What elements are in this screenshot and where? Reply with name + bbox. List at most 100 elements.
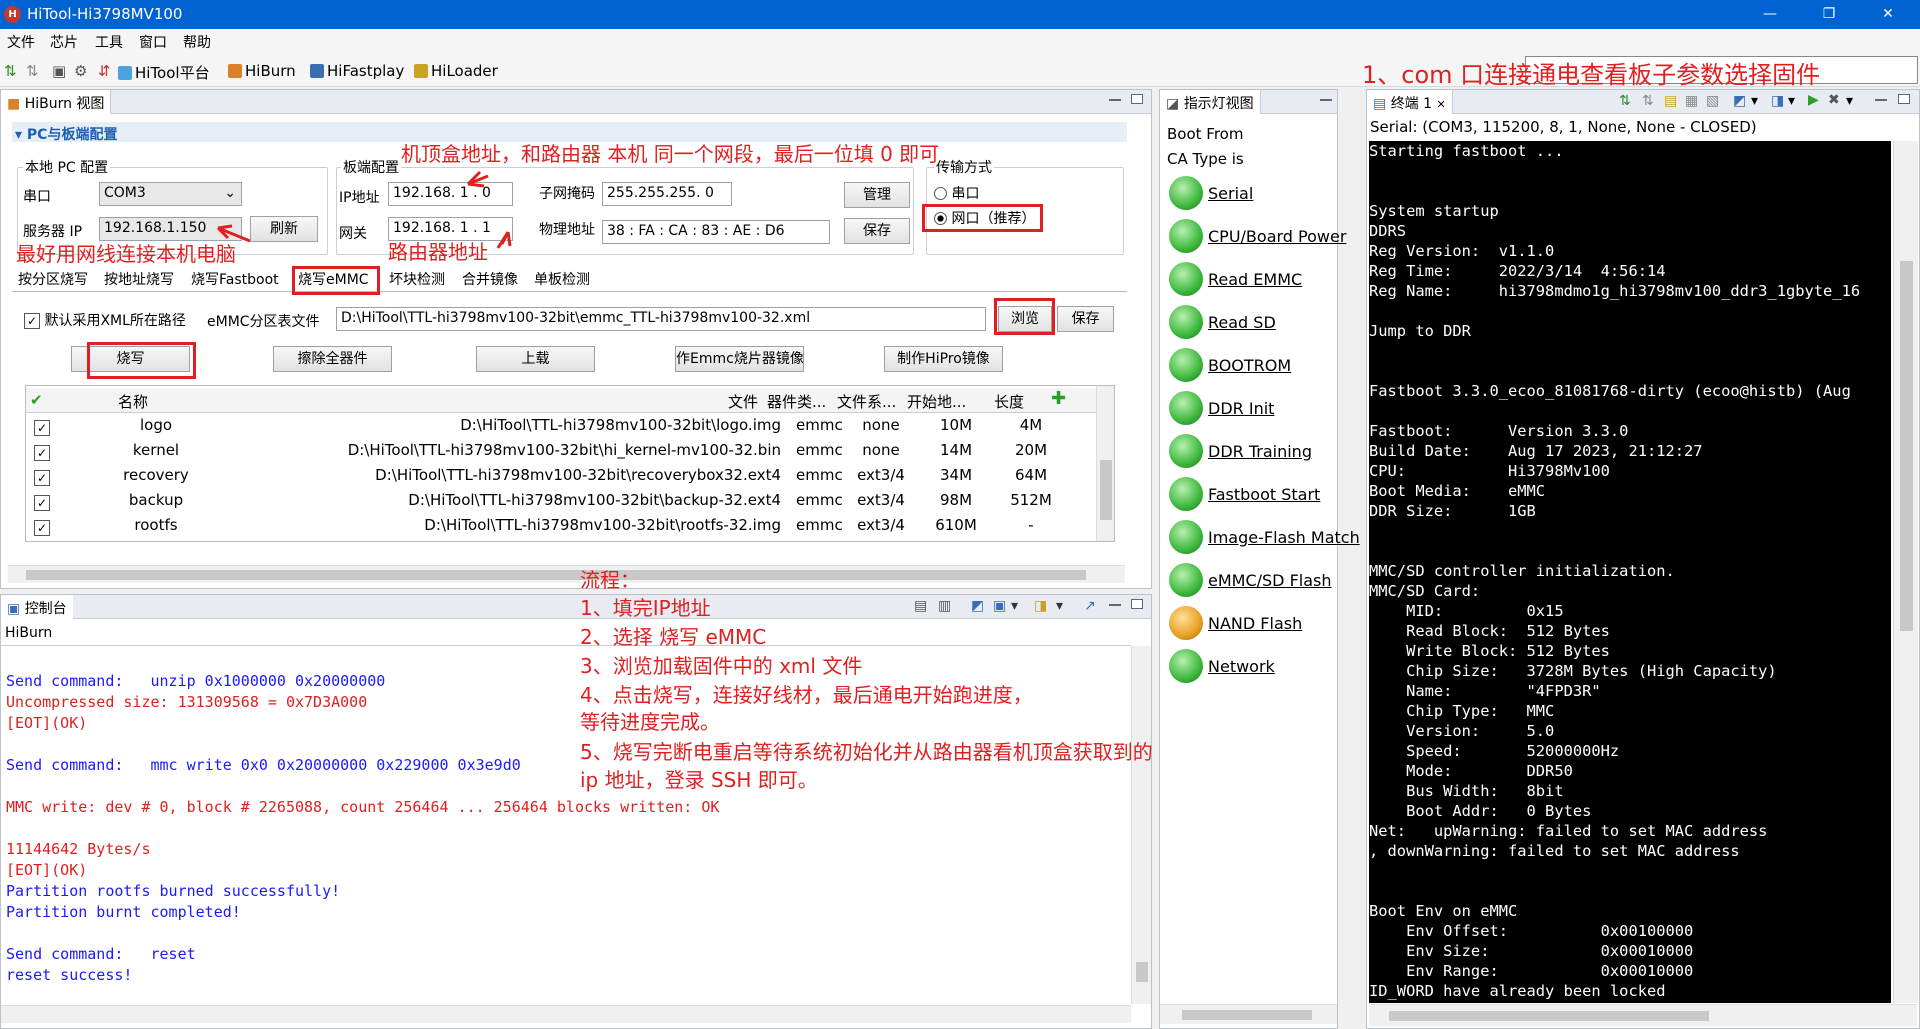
toolbar-hiburn[interactable]: HiBurn bbox=[228, 62, 296, 80]
chevron-down-icon[interactable]: ▾ bbox=[1751, 93, 1758, 109]
indicator-tab[interactable]: ◪ 指示灯视图 bbox=[1160, 90, 1261, 114]
minimize-view-icon[interactable] bbox=[1109, 604, 1121, 606]
indicator-hscrollbar[interactable] bbox=[1160, 1004, 1337, 1024]
console-scrollbar[interactable] bbox=[1131, 646, 1151, 1004]
indicator-label[interactable]: Serial bbox=[1208, 184, 1253, 203]
maximize-view-icon[interactable] bbox=[1131, 599, 1143, 609]
table-row[interactable]: ✓ kernel D:\HiTool\TTL-hi3798mv100-32bit\h… bbox=[26, 438, 1096, 463]
toolbar-hifastplay[interactable]: HiFastplay bbox=[310, 62, 404, 80]
console-hscrollbar[interactable] bbox=[1, 1005, 1131, 1023]
close-tab-icon[interactable]: ✕ bbox=[1437, 98, 1446, 111]
indicator-hscroll-thumb[interactable] bbox=[1182, 1010, 1312, 1020]
menu-chip[interactable]: 芯片 bbox=[50, 32, 78, 52]
indicator-label[interactable]: Fastboot Start bbox=[1208, 485, 1320, 504]
xml-checkbox[interactable]: ✓ 默认采用XML所在路径 bbox=[24, 310, 186, 330]
checkbox-checked-icon[interactable]: ✓ bbox=[34, 420, 50, 436]
indicator-label[interactable]: eMMC/SD Flash bbox=[1208, 571, 1332, 590]
tab-partition-burn[interactable]: 按分区烧写 bbox=[18, 266, 88, 290]
chevron-down-icon[interactable]: ▾ bbox=[1788, 93, 1795, 109]
refresh-button[interactable]: 刷新 bbox=[250, 216, 318, 242]
make-emmc-image-button[interactable]: 作Emmc烧片器镜像 bbox=[675, 346, 804, 372]
checkbox-checked-icon[interactable]: ✓ bbox=[34, 520, 50, 536]
minimize-view-icon[interactable] bbox=[1320, 99, 1332, 101]
display-console-icon[interactable]: ▣ bbox=[993, 598, 1006, 614]
emmc-file-input[interactable]: D:\HiTool\TTL-hi3798mv100-32bit\emmc_TTL… bbox=[336, 307, 986, 331]
menu-window[interactable]: 窗口 bbox=[139, 32, 167, 52]
chevron-down-icon[interactable]: ▾ bbox=[1011, 598, 1018, 614]
upload-button[interactable]: 上载 bbox=[476, 346, 595, 372]
config-icon[interactable]: ▣ bbox=[52, 62, 66, 80]
menu-file[interactable]: 文件 bbox=[7, 32, 35, 52]
hiburn-hscrollbar[interactable] bbox=[8, 565, 1125, 583]
indicator-label[interactable]: Read EMMC bbox=[1208, 270, 1302, 289]
checkbox-checked-icon[interactable]: ✓ bbox=[34, 495, 50, 511]
tab-badblock[interactable]: 坏块检测 bbox=[389, 266, 445, 290]
terminal-hscroll-thumb[interactable] bbox=[1389, 1011, 1709, 1021]
terminal-tab[interactable]: ▤ 终端 1 ✕ bbox=[1367, 90, 1453, 114]
table-row[interactable]: ✓ recovery D:\HiTool\TTL-hi3798mv100-32bit… bbox=[26, 463, 1096, 488]
make-hipro-image-button[interactable]: 制作HiPro镜像 bbox=[884, 346, 1003, 372]
play-icon[interactable]: ▶ bbox=[1808, 92, 1819, 108]
indicator-label[interactable]: BOOTROM bbox=[1208, 356, 1291, 375]
disconnect-icon[interactable]: ⇅ bbox=[26, 62, 39, 80]
toolbar-hitool[interactable]: HiTool平台 bbox=[118, 62, 210, 83]
clear-icon[interactable]: ▦ bbox=[1685, 93, 1698, 109]
connect-icon[interactable]: ⇅ bbox=[1619, 93, 1631, 109]
col-type[interactable]: 器件类... bbox=[767, 391, 826, 412]
export-icon[interactable]: ↗ bbox=[1084, 598, 1096, 614]
terminal-hscrollbar[interactable] bbox=[1369, 1004, 1917, 1026]
lock-console-icon[interactable]: ▥ bbox=[938, 598, 951, 614]
connect-icon[interactable]: ⇅ bbox=[4, 62, 17, 80]
disconnect-icon[interactable]: ⇅ bbox=[1642, 93, 1654, 109]
minimize-view-icon[interactable] bbox=[1875, 99, 1887, 101]
settings-icon[interactable]: ▤ bbox=[1664, 93, 1677, 109]
console-tab[interactable]: ▣ 控制台 bbox=[1, 595, 73, 619]
settings-icon[interactable]: ⚙ bbox=[74, 62, 87, 80]
menu-tools[interactable]: 工具 bbox=[95, 32, 123, 52]
new-terminal-icon[interactable]: ◨ bbox=[1771, 93, 1784, 109]
tab-board-check[interactable]: 单板检测 bbox=[534, 266, 590, 290]
col-fs[interactable]: 文件系... bbox=[837, 391, 896, 412]
maximize-view-icon[interactable] bbox=[1898, 94, 1910, 104]
indicator-label[interactable]: Network bbox=[1208, 657, 1275, 676]
close-button[interactable]: ✕ bbox=[1863, 0, 1913, 29]
hiburn-view-tab[interactable]: ■ HiBurn 视图 bbox=[1, 90, 112, 114]
pin-icon[interactable]: ◩ bbox=[1733, 93, 1746, 109]
console-scroll-thumb[interactable] bbox=[1136, 962, 1148, 982]
hiburn-hscroll-thumb[interactable] bbox=[26, 570, 1086, 580]
toolbar-hiloader[interactable]: HiLoader bbox=[414, 62, 498, 80]
minimize-button[interactable]: — bbox=[1745, 0, 1795, 29]
tab-address-burn[interactable]: 按地址烧写 bbox=[104, 266, 174, 290]
section-title[interactable]: ▾ PC与板端配置 bbox=[15, 124, 117, 144]
col-length[interactable]: 长度 bbox=[994, 391, 1024, 412]
indicator-label[interactable]: DDR Init bbox=[1208, 399, 1274, 418]
indicator-label[interactable]: NAND Flash bbox=[1208, 614, 1302, 633]
checkbox-checked-icon[interactable]: ✓ bbox=[34, 445, 50, 461]
indicator-label[interactable]: CPU/Board Power bbox=[1208, 227, 1346, 246]
stop-icon[interactable]: ✖ bbox=[1828, 92, 1840, 108]
checkbox-checked-icon[interactable]: ✓ bbox=[34, 470, 50, 486]
ip-input[interactable]: 192.168. 1 . 0 bbox=[388, 182, 513, 206]
check-all-icon[interactable]: ✔ bbox=[30, 391, 43, 409]
board-save-button[interactable]: 保存 bbox=[844, 218, 910, 244]
chevron-down-icon[interactable]: ▾ bbox=[1846, 93, 1853, 109]
col-file[interactable]: 文件 bbox=[728, 391, 758, 412]
erase-all-button[interactable]: 擦除全器件 bbox=[273, 346, 392, 372]
table-row[interactable]: ✓ backup D:\HiTool\TTL-hi3798mv100-32bit\b… bbox=[26, 488, 1096, 513]
indicator-label[interactable]: Image-Flash Match bbox=[1208, 528, 1360, 547]
radio-serial[interactable]: 串口 bbox=[934, 183, 979, 203]
table-row[interactable]: ✓ rootfs D:\HiTool\TTL-hi3798mv100-32bit\r… bbox=[26, 513, 1096, 538]
transfer-icon[interactable]: ⇵ bbox=[98, 62, 111, 80]
mask-input[interactable]: 255.255.255. 0 bbox=[602, 182, 732, 206]
tab-merge-image[interactable]: 合并镜像 bbox=[462, 266, 518, 290]
table-scrollbar[interactable] bbox=[1096, 386, 1114, 541]
maximize-button[interactable]: ❐ bbox=[1804, 0, 1854, 29]
add-icon[interactable]: ✚ bbox=[1051, 388, 1066, 409]
terminal-scrollbar[interactable] bbox=[1893, 141, 1918, 1003]
menu-help[interactable]: 帮助 bbox=[183, 32, 211, 52]
table-row[interactable]: ✓ logo D:\HiTool\TTL-hi3798mv100-32bit\log… bbox=[26, 413, 1096, 438]
maximize-view-icon[interactable] bbox=[1131, 94, 1143, 104]
tab-fastboot-burn[interactable]: 烧写Fastboot bbox=[191, 266, 279, 290]
table-scroll-thumb[interactable] bbox=[1100, 460, 1112, 520]
mac-input[interactable]: 38 : FA : CA : 83 : AE : D6 bbox=[602, 220, 830, 244]
